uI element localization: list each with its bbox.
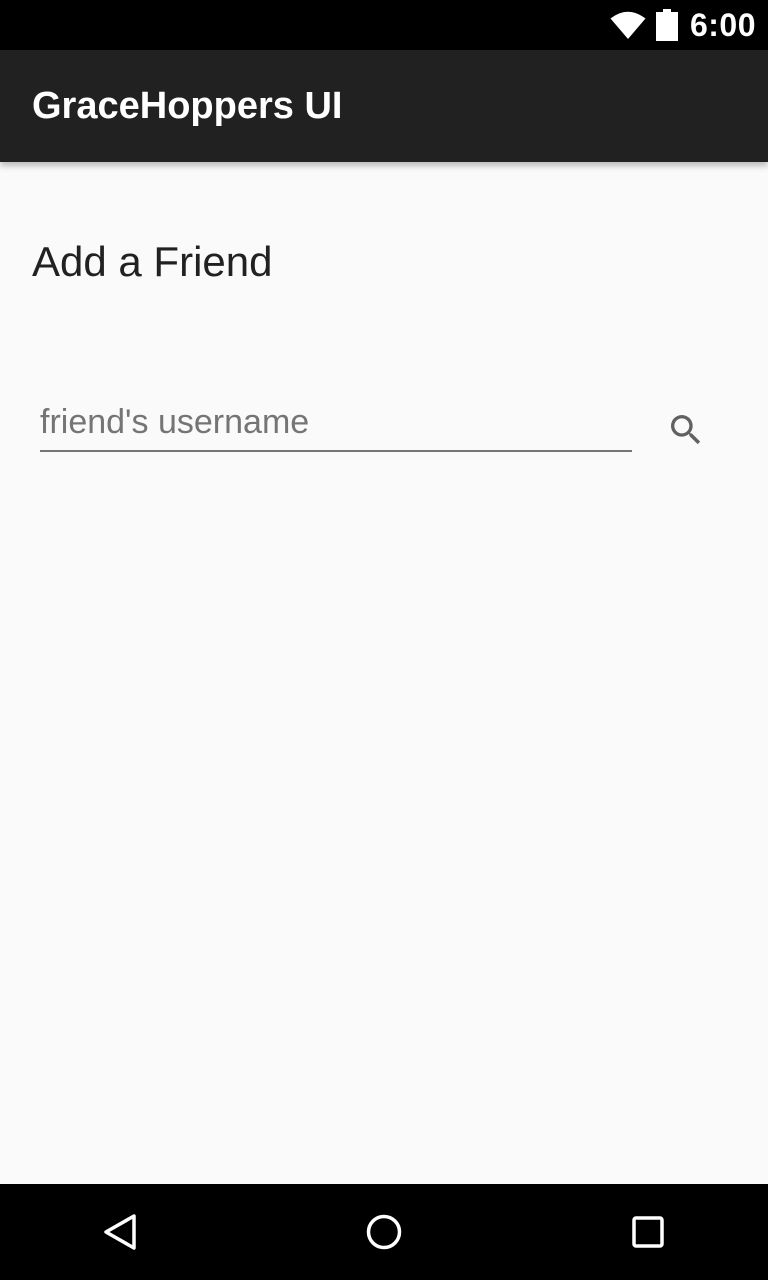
- app-toolbar: GraceHoppers UI: [0, 50, 768, 162]
- status-bar: 6:00: [0, 0, 768, 50]
- search-icon: [666, 410, 706, 450]
- recents-button[interactable]: [624, 1208, 672, 1256]
- search-button[interactable]: [658, 402, 714, 458]
- system-nav-bar: [0, 1184, 768, 1280]
- main-content: Add a Friend: [0, 162, 768, 1184]
- home-button[interactable]: [360, 1208, 408, 1256]
- page-title: Add a Friend: [32, 238, 273, 285]
- battery-icon: [655, 9, 678, 41]
- status-clock: 6:00: [689, 7, 756, 43]
- back-button[interactable]: [96, 1208, 144, 1256]
- recents-icon: [628, 1212, 668, 1252]
- friend-username-input[interactable]: [40, 394, 632, 452]
- home-icon: [364, 1212, 404, 1252]
- app-screen: 6:00 GraceHoppers UI Add a Friend: [0, 0, 768, 1280]
- search-row: [40, 394, 720, 464]
- back-icon: [100, 1212, 140, 1252]
- wifi-icon: [610, 10, 646, 40]
- app-title: GraceHoppers UI: [32, 84, 343, 127]
